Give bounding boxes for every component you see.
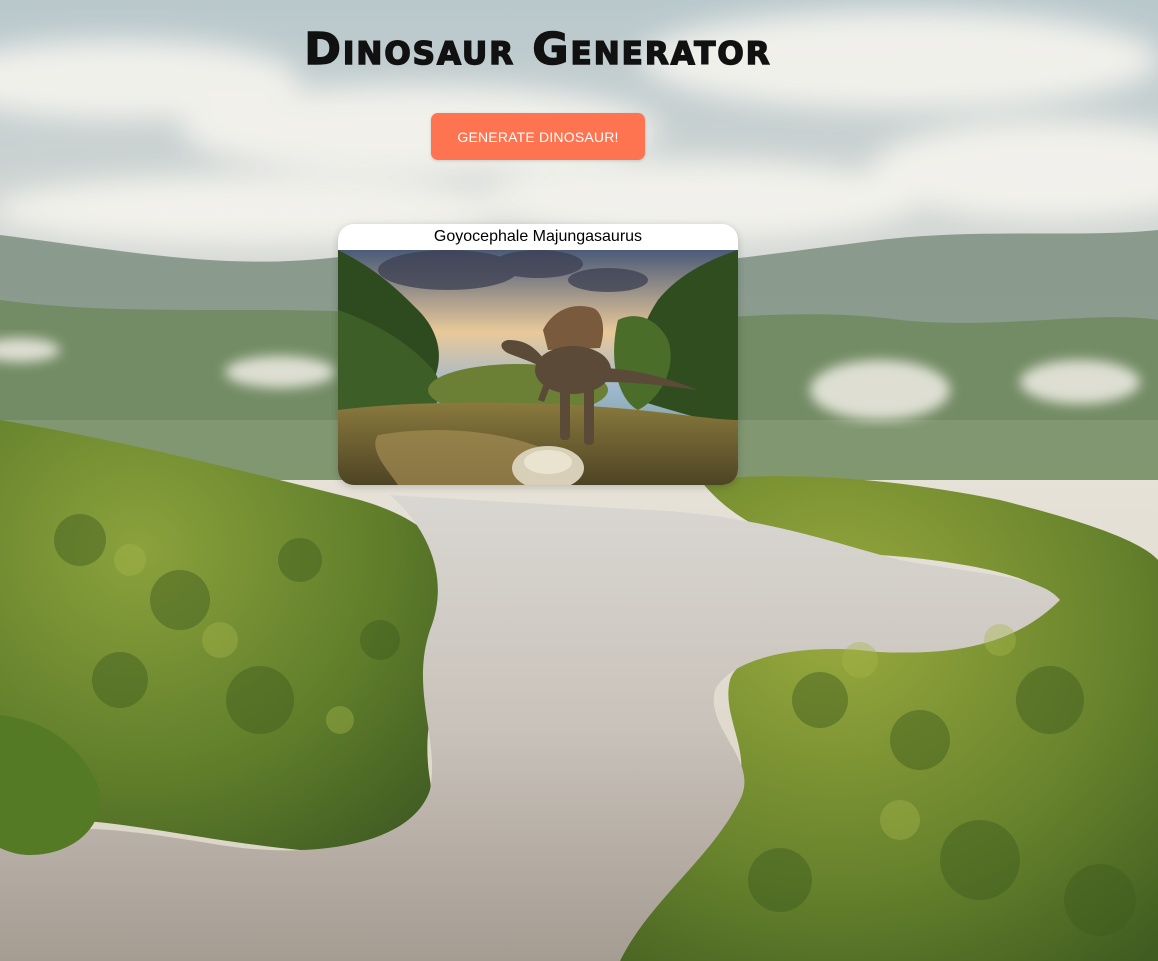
dinosaur-name: Goyocephale Majungasaurus	[433, 228, 643, 245]
page-title: Dinosaur Generator	[304, 23, 772, 76]
generate-dinosaur-button[interactable]: GENERATE DINOSAUR!	[431, 113, 645, 160]
dinosaur-card: Goyocephale Majungasaurus	[338, 224, 738, 485]
dinosaur-image	[338, 250, 738, 485]
